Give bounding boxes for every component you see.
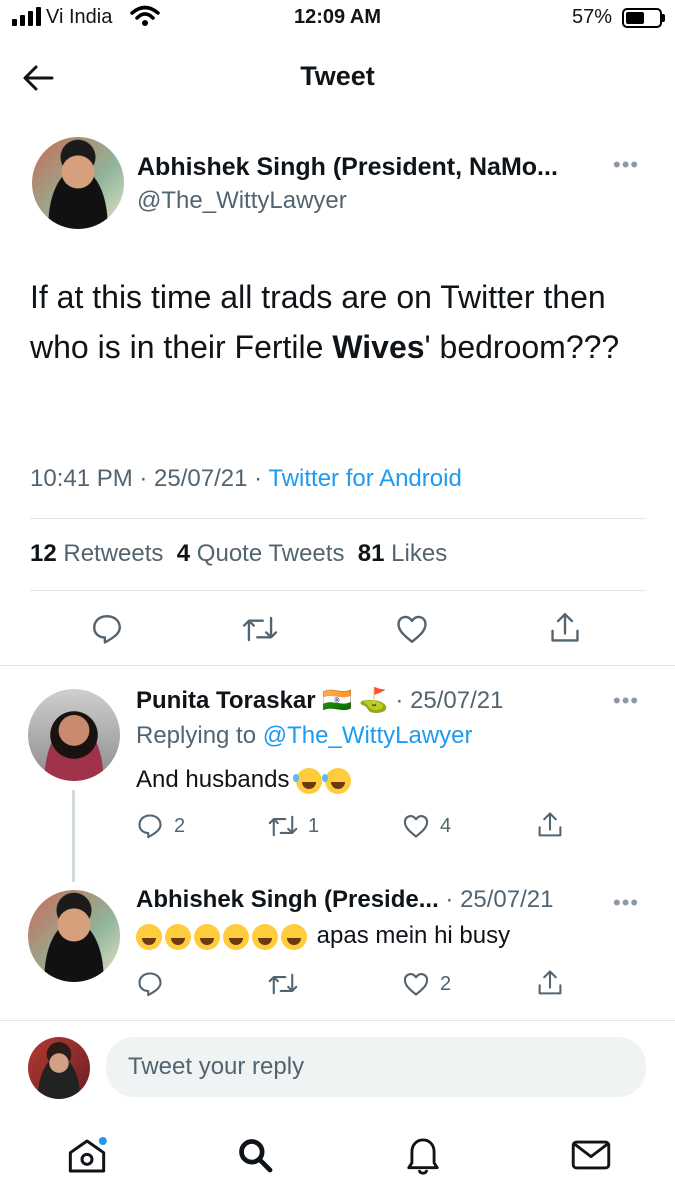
- share-icon[interactable]: [536, 810, 564, 845]
- notifications-icon[interactable]: [404, 1134, 442, 1181]
- joy-emoji: [194, 923, 220, 950]
- page-title: Tweet: [300, 61, 375, 91]
- reply-icon[interactable]: [90, 612, 124, 651]
- reply-placeholder: Tweet your reply: [128, 1053, 305, 1080]
- rofl-emoji: [322, 767, 352, 794]
- flag-emojis: 🇮🇳 ⛳: [322, 687, 389, 714]
- author-name[interactable]: Abhishek Singh (President, NaMo...: [137, 153, 558, 182]
- joy-emoji: [136, 923, 162, 950]
- divider: [0, 665, 675, 666]
- tweet-stats: 12 Retweets 4 Quote Tweets 81 Likes: [30, 540, 447, 568]
- reply-date[interactable]: · 25/07/21: [395, 687, 503, 714]
- joy-emoji: [223, 923, 249, 950]
- reply-icon: [138, 814, 162, 839]
- likes-stat[interactable]: 81 Likes: [358, 540, 447, 567]
- messages-icon[interactable]: [570, 1138, 612, 1177]
- reply-header: Abhishek Singh (Preside... · 25/07/21: [136, 886, 554, 914]
- like-icon[interactable]: [395, 612, 429, 651]
- reply-text: And husbands: [136, 766, 354, 794]
- retweet-icon: [268, 973, 298, 995]
- joy-emoji: [252, 923, 278, 950]
- divider: [0, 1020, 675, 1021]
- reply-avatar[interactable]: [28, 689, 120, 781]
- more-icon[interactable]: •••: [613, 890, 639, 916]
- reply-date[interactable]: · 25/07/21: [445, 886, 553, 913]
- tweet-text: If at this time all trads are on Twitter…: [30, 279, 620, 365]
- reply-text: apas mein hi busy: [136, 922, 510, 950]
- battery-percent: 57%: [572, 6, 613, 28]
- retweet-action[interactable]: 1: [268, 812, 319, 840]
- retweet-icon[interactable]: [242, 612, 278, 651]
- status-bar: Vi India 12:09 AM 57%: [0, 0, 675, 40]
- reply-avatar[interactable]: [28, 890, 120, 982]
- battery-icon: [622, 8, 665, 28]
- quotes-stat[interactable]: 4 Quote Tweets: [177, 540, 345, 567]
- reply-author-name[interactable]: Punita Toraskar: [136, 687, 316, 714]
- replying-to-handle[interactable]: @The_WittyLawyer: [263, 722, 473, 749]
- tweet-timestamp: 10:41 PM · 25/07/21 ·: [30, 465, 263, 492]
- search-icon[interactable]: [236, 1136, 274, 1179]
- tweet-source[interactable]: Twitter for Android: [268, 465, 461, 492]
- more-icon[interactable]: •••: [613, 152, 639, 178]
- tweet-meta: 10:41 PM · 25/07/21 · Twitter for Androi…: [30, 465, 462, 493]
- retweets-stat[interactable]: 12 Retweets: [30, 540, 163, 567]
- divider: [30, 590, 645, 591]
- like-icon: [403, 815, 429, 838]
- reply-icon: [138, 972, 162, 997]
- author-avatar[interactable]: [32, 137, 124, 229]
- retweet-action[interactable]: [268, 970, 308, 998]
- my-avatar[interactable]: [28, 1037, 90, 1099]
- more-icon[interactable]: •••: [613, 688, 639, 714]
- rofl-emoji: [293, 767, 323, 794]
- like-icon: [403, 973, 429, 996]
- like-action[interactable]: 4: [402, 812, 451, 840]
- share-icon[interactable]: [548, 610, 582, 651]
- home-icon[interactable]: [65, 1136, 109, 1181]
- reply-action[interactable]: 2: [136, 812, 185, 840]
- reply-input[interactable]: Tweet your reply: [106, 1037, 646, 1097]
- replying-to: Replying to @The_WittyLawyer: [136, 722, 473, 749]
- like-action[interactable]: 2: [402, 970, 451, 998]
- author-handle[interactable]: @The_WittyLawyer: [137, 187, 347, 215]
- joy-emoji: [165, 923, 191, 950]
- reply-action[interactable]: [136, 970, 174, 998]
- thread-line: [72, 790, 75, 882]
- retweet-icon: [268, 815, 298, 837]
- reply-author-name[interactable]: Abhishek Singh (Preside...: [136, 886, 439, 913]
- share-icon[interactable]: [536, 968, 564, 1003]
- divider: [30, 518, 645, 519]
- reply-header: Punita Toraskar 🇮🇳 ⛳ · 25/07/21: [136, 686, 504, 715]
- joy-emoji: [281, 923, 307, 950]
